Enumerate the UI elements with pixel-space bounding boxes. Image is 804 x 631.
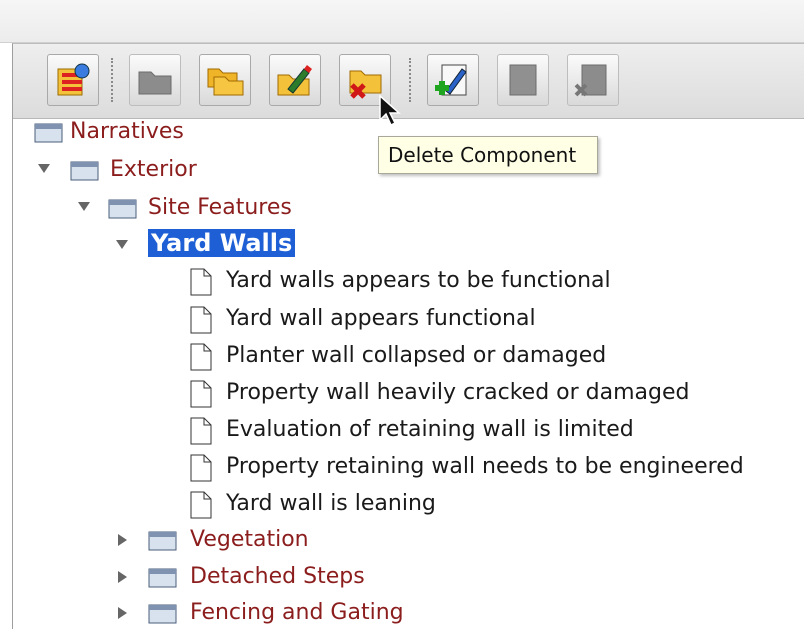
folder-icon (34, 123, 63, 143)
document-icon (190, 417, 212, 445)
folder-icon (148, 531, 177, 551)
new-library-button[interactable] (47, 54, 99, 106)
selected-node-label: Yard Walls (148, 229, 296, 257)
folder-icon (148, 568, 177, 588)
add-item-icon (435, 64, 467, 96)
tree-leaf-label: Yard walls appears to be functional (226, 268, 611, 293)
tree-leaf-label: Yard wall is leaning (226, 491, 436, 516)
new-folder-button[interactable] (199, 54, 251, 106)
delete-item-button[interactable] (567, 54, 619, 106)
add-item-button[interactable] (427, 54, 479, 106)
tree-leaf-label: Property retaining wall needs to be engi… (226, 454, 744, 479)
delete-item-icon (574, 64, 607, 97)
folder-icon (70, 161, 99, 181)
edit-folder-icon (277, 65, 312, 96)
toolbar-separator (409, 58, 411, 102)
folder-icon (148, 604, 177, 624)
folder-disabled-button[interactable] (129, 54, 181, 106)
document-icon (190, 380, 212, 408)
tree-node-label: Vegetation (190, 527, 309, 552)
tree-leaf-label: Property wall heavily cracked or damaged (226, 380, 690, 405)
toolbar (13, 44, 804, 119)
tooltip: Delete Component (378, 136, 598, 174)
tree-node-label: Exterior (110, 157, 197, 182)
mouse-cursor-icon (379, 94, 401, 127)
expand-arrow-icon[interactable] (116, 240, 128, 250)
folder-icon (108, 199, 137, 219)
tree-node-label: Detached Steps (190, 564, 365, 589)
document-icon (190, 268, 212, 296)
collapse-arrow-icon[interactable] (118, 571, 128, 583)
collapse-arrow-icon[interactable] (118, 607, 128, 619)
expand-arrow-icon[interactable] (78, 202, 90, 212)
new-folder-icon (207, 68, 244, 96)
document-icon (190, 454, 212, 482)
tree-node-label: Fencing and Gating (190, 600, 404, 625)
toolbar-separator (111, 58, 113, 102)
edit-item-icon (509, 64, 537, 96)
document-icon (190, 343, 212, 371)
edit-item-button[interactable] (497, 54, 549, 106)
document-icon (190, 306, 212, 334)
tree-node-label: Narratives (70, 119, 184, 144)
tree-leaf-label: Evaluation of retaining wall is limited (226, 417, 634, 442)
new-library-icon (57, 63, 90, 96)
window-top-band (0, 0, 804, 43)
tree-leaf-label: Yard wall appears functional (226, 306, 536, 331)
tree-node-label: Site Features (148, 195, 292, 220)
edit-folder-button[interactable] (269, 54, 321, 106)
folder-gray-icon (138, 71, 172, 95)
document-icon (190, 491, 212, 519)
expand-arrow-icon[interactable] (38, 164, 50, 174)
tree-leaf-label: Planter wall collapsed or damaged (226, 343, 607, 368)
collapse-arrow-icon[interactable] (118, 534, 128, 546)
